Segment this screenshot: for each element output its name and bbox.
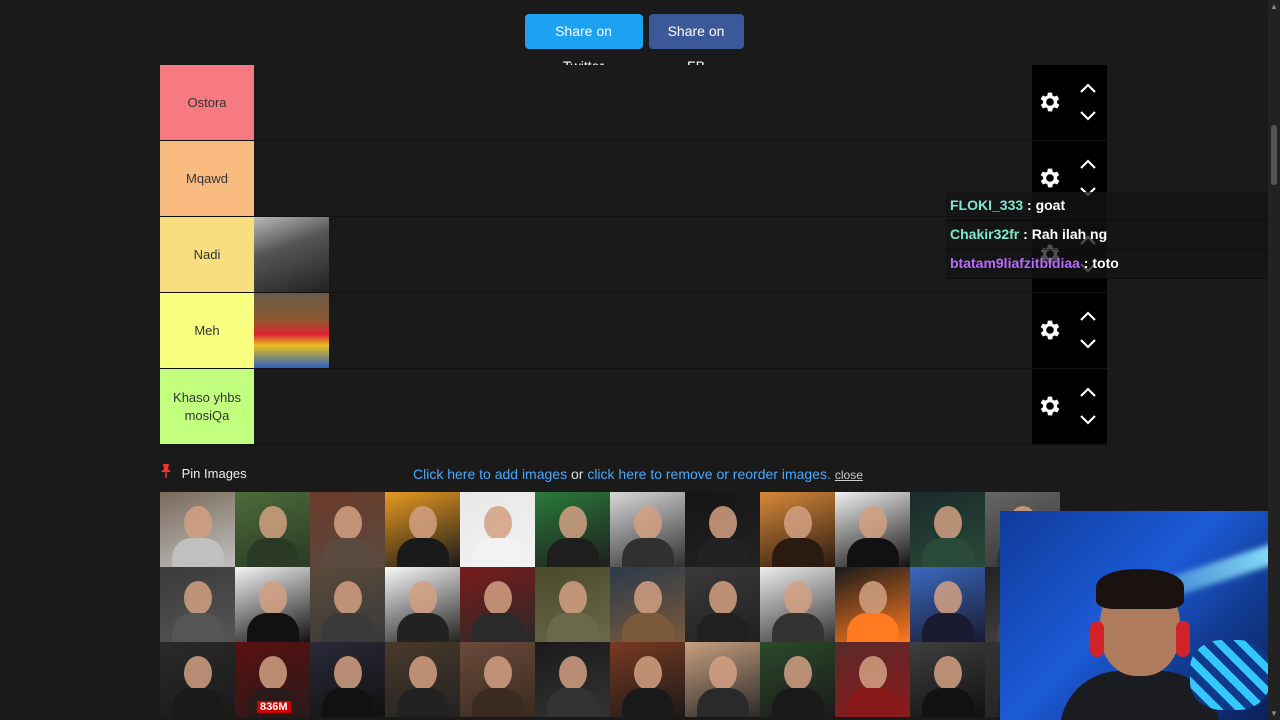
chat-message: Chakir32fr : Rah ilah ng — [946, 221, 1276, 250]
gallery-image[interactable] — [460, 642, 535, 717]
chevron-down-icon[interactable] — [1079, 109, 1097, 121]
chat-username: FLOKI_333 — [950, 197, 1024, 213]
streamer-hair — [1096, 569, 1184, 609]
share-fb-button[interactable]: Share on FB — [648, 14, 744, 74]
gallery-image[interactable] — [610, 492, 685, 567]
tier-label[interactable]: Khaso yhbs mosiQa — [160, 369, 254, 444]
headset-left-icon — [1090, 621, 1104, 657]
gallery-image[interactable] — [535, 492, 610, 567]
gallery-image[interactable] — [760, 492, 835, 567]
gallery-image[interactable] — [835, 492, 910, 567]
gallery-image[interactable] — [160, 567, 235, 642]
chevron-up-icon[interactable] — [1079, 309, 1097, 321]
share-twitter-button[interactable]: Share on Twitter — [524, 14, 643, 74]
gallery-image[interactable] — [160, 492, 235, 567]
gallery-image[interactable] — [310, 642, 385, 717]
tier-image[interactable] — [254, 217, 329, 292]
gear-icon[interactable] — [1037, 317, 1063, 343]
tier-drop-zone[interactable] — [254, 217, 1032, 292]
chat-username: btatam9liafzitbldiaa — [950, 255, 1080, 271]
gallery-image[interactable] — [460, 567, 535, 642]
tier-drop-zone[interactable] — [254, 141, 1032, 216]
chat-text: : toto — [1079, 255, 1119, 271]
chevron-down-icon[interactable] — [1079, 337, 1097, 349]
gallery-image[interactable] — [835, 567, 910, 642]
gear-icon[interactable] — [1037, 89, 1063, 115]
tier-label[interactable]: Mqawd — [160, 141, 254, 216]
gallery-image[interactable] — [535, 567, 610, 642]
tier-image[interactable] — [254, 293, 329, 368]
chevron-up-icon[interactable] — [1079, 157, 1097, 169]
scroll-thumb[interactable] — [1271, 125, 1277, 185]
tier-row: Khaso yhbs mosiQa — [160, 369, 1107, 445]
gallery-image[interactable] — [310, 492, 385, 567]
pin-icon — [160, 464, 172, 481]
chat-text: : goat — [1023, 197, 1066, 213]
gallery-image[interactable] — [685, 567, 760, 642]
tier-row: Ostora — [160, 65, 1107, 141]
gallery-image[interactable] — [160, 642, 235, 717]
tier-row: Meh — [160, 293, 1107, 369]
gallery-image[interactable] — [835, 642, 910, 717]
gallery-image[interactable] — [610, 642, 685, 717]
gallery-image[interactable] — [910, 567, 985, 642]
gallery-image[interactable] — [460, 492, 535, 567]
gallery-image[interactable] — [235, 492, 310, 567]
chevron-down-icon[interactable] — [1079, 413, 1097, 425]
chat-message: btatam9liafzitbldiaa : toto — [946, 250, 1276, 279]
gallery-image[interactable] — [760, 642, 835, 717]
tier-controls — [1032, 293, 1107, 368]
background-decor — [1190, 640, 1270, 710]
chat-message: FLOKI_333 : goat — [946, 192, 1276, 221]
gallery-badge: 836M — [257, 701, 291, 713]
tier-label[interactable]: Meh — [160, 293, 254, 368]
gear-icon[interactable] — [1037, 393, 1063, 419]
tier-label[interactable]: Nadi — [160, 217, 254, 292]
links-or-text: or — [567, 466, 588, 482]
gallery-image[interactable] — [610, 567, 685, 642]
headset-right-icon — [1176, 621, 1190, 657]
gallery-image[interactable] — [760, 567, 835, 642]
gallery-image[interactable]: 836M — [235, 642, 310, 717]
image-links: Click here to add images or click here t… — [413, 466, 863, 482]
webcam-overlay — [1000, 511, 1280, 720]
share-bar: Share on Twitter Share on FB — [0, 14, 1268, 74]
scroll-down-icon[interactable]: ▼ — [1270, 709, 1278, 718]
gallery-image[interactable] — [385, 492, 460, 567]
tier-controls — [1032, 369, 1107, 444]
gallery-image[interactable] — [385, 567, 460, 642]
tier-label[interactable]: Ostora — [160, 65, 254, 140]
tier-drop-zone[interactable] — [254, 369, 1032, 444]
gallery-image[interactable] — [910, 492, 985, 567]
gallery-image[interactable] — [685, 642, 760, 717]
gallery-image[interactable] — [385, 642, 460, 717]
gallery-image[interactable] — [910, 642, 985, 717]
remove-reorder-images-link[interactable]: click here to remove or reorder images. — [587, 466, 831, 482]
image-gallery: 836M — [160, 492, 1060, 717]
chevron-up-icon[interactable] — [1079, 81, 1097, 93]
add-images-link[interactable]: Click here to add images — [413, 466, 567, 482]
gallery-image[interactable] — [235, 567, 310, 642]
close-link[interactable]: close — [835, 468, 863, 482]
tier-drop-zone[interactable] — [254, 293, 1032, 368]
tier-drop-zone[interactable] — [254, 65, 1032, 140]
gallery-image[interactable] — [685, 492, 760, 567]
tier-controls — [1032, 65, 1107, 140]
gallery-image[interactable] — [310, 567, 385, 642]
page-scrollbar[interactable]: ▲ ▼ — [1268, 0, 1280, 720]
gallery-image[interactable] — [535, 642, 610, 717]
pin-images-label: Pin Images — [181, 466, 247, 481]
chevron-up-icon[interactable] — [1079, 385, 1097, 397]
chat-text: : Rah ilah ng — [1019, 226, 1108, 242]
scroll-up-icon[interactable]: ▲ — [1270, 2, 1278, 11]
stream-chat-overlay: FLOKI_333 : goat Chakir32fr : Rah ilah ng… — [946, 192, 1276, 279]
chat-username: Chakir32fr — [950, 226, 1020, 242]
gear-icon[interactable] — [1037, 165, 1063, 191]
